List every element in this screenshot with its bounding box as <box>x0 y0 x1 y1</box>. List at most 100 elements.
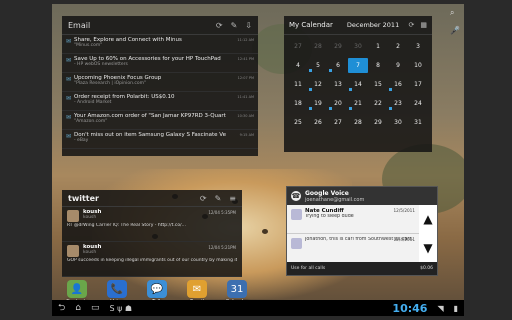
email-sender: - eBay <box>74 138 89 143</box>
calendar-day[interactable]: 30 <box>348 39 368 54</box>
calendar-day[interactable]: 19 <box>308 96 328 111</box>
calendar-day[interactable]: 26 <box>308 115 328 130</box>
calendar-icon: 31 <box>227 280 247 298</box>
avatar <box>291 238 302 249</box>
calendar-day[interactable]: 13 <box>328 77 348 92</box>
voice-message[interactable]: Nate Cundiff Trying to sleep dude 12/5/201… <box>287 205 419 234</box>
calendar-day[interactable]: 3 <box>408 39 428 54</box>
calendar-day[interactable]: 1 <box>368 39 388 54</box>
calendar-day[interactable]: 4 <box>288 58 308 73</box>
tweet-text: RT @drWing Carrier IQ: The Real Story - … <box>67 223 186 228</box>
tweet-item[interactable]: koush koush GOP succeeds in keeping illega… <box>62 242 242 277</box>
email-widget[interactable]: Email ⟳ ✎ ⇩ ✉ Share, Explore and Connect … <box>62 16 258 156</box>
email-list: ✉ Share, Explore and Connect with Minus "M… <box>62 35 258 149</box>
email-list-item[interactable]: ✉ Upcoming Phoenix Focus Group "Plaza Rese… <box>62 73 258 92</box>
wifi-icon: ◥ <box>437 303 444 313</box>
email-time: 11:12 AM <box>237 38 254 42</box>
twitter-header: twitter ⟳ ✎ ≡ <box>62 190 242 207</box>
mail-icon: ✉ <box>66 133 72 140</box>
calendar-day[interactable]: 15 <box>368 77 388 92</box>
calendar-day[interactable]: 14 <box>348 77 368 92</box>
email-list-item[interactable]: ✉ Share, Explore and Connect with Minus "M… <box>62 35 258 54</box>
calendar-day[interactable]: 25 <box>288 115 308 130</box>
calendar-header: My Calendar December 2011 ⟳ ▦ <box>284 16 432 35</box>
inbox-icon[interactable]: ⇩ <box>245 21 252 30</box>
email-list-item[interactable]: ✉ Don't miss out on item Samsung Galaxy S… <box>62 130 258 149</box>
scroll-down-icon[interactable]: ▼ <box>423 241 432 255</box>
clock[interactable]: 10:46 <box>392 302 427 315</box>
calendar-grid-icon[interactable]: ▦ <box>420 21 427 29</box>
calendar-day[interactable]: 23 <box>388 96 408 111</box>
back-icon[interactable]: ⮌ <box>58 300 65 316</box>
calendar-day[interactable]: 18 <box>288 96 308 111</box>
calendar-day[interactable]: 28 <box>308 39 328 54</box>
tweet-text: GOP succeeds in keeping illegal immigran… <box>67 258 237 263</box>
calendar-day[interactable]: 6 <box>328 58 348 73</box>
calendar-day[interactable]: 8 <box>368 58 388 73</box>
menu-icon[interactable]: ≡ <box>229 194 236 203</box>
calendar-day[interactable]: 12 <box>308 77 328 92</box>
tweet-handle: koush <box>83 250 97 255</box>
scroll-up-icon[interactable]: ▲ <box>423 212 432 226</box>
calendar-grid: 27 28 29 30 1 2 3 4 5 6 7 8 9 10 11 12 13 14 15 16 17 18 19 20 2… <box>284 35 432 134</box>
avatar <box>67 245 79 257</box>
home-icon[interactable]: ⌂ <box>75 303 81 313</box>
compose-icon[interactable]: ✎ <box>231 21 238 30</box>
calendar-day[interactable]: 29 <box>328 39 348 54</box>
email-sender: "Plaza Research | iOpinion.com" <box>74 81 147 86</box>
voice-message-text: Trying to sleep dude <box>305 214 354 219</box>
voice-icon: 📞 <box>107 280 127 298</box>
calendar-day[interactable]: 22 <box>368 96 388 111</box>
calendar-widget[interactable]: My Calendar December 2011 ⟳ ▦ 27 28 29 30 1 2… <box>284 16 432 152</box>
calendar-day[interactable]: 11 <box>288 77 308 92</box>
tweet-handle: koush <box>83 215 97 220</box>
voice-message-date: 12/5/2011 <box>393 208 415 213</box>
calendar-day[interactable]: 28 <box>348 115 368 130</box>
google-voice-widget[interactable]: ☎ Google Voice joenathane@gmail.com Nate… <box>286 186 438 276</box>
avatar <box>291 209 302 220</box>
email-subject: Don't miss out on item Samsung Galaxy S … <box>74 132 226 138</box>
twitter-title: twitter <box>68 193 99 203</box>
calendar-day[interactable]: 20 <box>328 96 348 111</box>
calendar-day[interactable]: 24 <box>408 96 428 111</box>
calendar-day[interactable]: 2 <box>388 39 408 54</box>
email-sender: - Android Market <box>74 100 112 105</box>
email-sender: - HP webOS newsletters <box>74 62 128 67</box>
email-time: 11:41 AM <box>237 95 254 99</box>
tweet-list: koush koush RT @drWing Carrier IQ: The Rea… <box>62 207 242 277</box>
calendar-day-today[interactable]: 7 <box>348 58 368 73</box>
mail-icon: ✉ <box>66 57 72 64</box>
calendar-day[interactable]: 30 <box>388 115 408 130</box>
tweet-item[interactable]: koush koush RT @drWing Carrier IQ: The Rea… <box>62 207 242 242</box>
refresh-icon[interactable]: ⟳ <box>216 21 223 30</box>
calendar-day[interactable]: 27 <box>328 115 348 130</box>
compose-icon[interactable]: ✎ <box>215 194 222 203</box>
twitter-widget[interactable]: twitter ⟳ ✎ ≡ koush koush RT @drWing Carri… <box>62 190 242 277</box>
calendar-day[interactable]: 27 <box>288 39 308 54</box>
calendar-day[interactable]: 17 <box>408 77 428 92</box>
calendar-day[interactable]: 10 <box>408 58 428 73</box>
system-bar: ⮌ ⌂ ▭ S ψ ☗ 10:46 ◥ ▮ <box>52 300 464 316</box>
calendar-day[interactable]: 29 <box>368 115 388 130</box>
search-icon[interactable]: ⌕ <box>450 8 460 18</box>
calendar-day[interactable]: 5 <box>308 58 328 73</box>
voice-header: ☎ Google Voice joenathane@gmail.com <box>287 187 437 205</box>
email-list-item[interactable]: ✉ Order receipt from Polarbit: US$0.10- A… <box>62 92 258 111</box>
phone-icon: ☎ <box>291 191 301 201</box>
voice-use-for-all-calls[interactable]: Use for all calls <box>291 266 325 271</box>
recent-apps-icon[interactable]: ▭ <box>91 303 100 313</box>
refresh-icon[interactable]: ⟳ <box>409 21 415 29</box>
voice-scroll-controls: ▲ ▼ <box>419 205 437 262</box>
calendar-day[interactable]: 9 <box>388 58 408 73</box>
email-list-item[interactable]: ✉ Your Amazon.com order of "San Jamar KP9… <box>62 111 258 130</box>
avatar <box>67 210 79 222</box>
voice-account: joenathane@gmail.com <box>305 196 365 203</box>
voice-search-icon[interactable]: 🎤 <box>450 26 460 35</box>
email-list-item[interactable]: ✉ Save Up to 60% on Accessories for your … <box>62 54 258 73</box>
refresh-icon[interactable]: ⟳ <box>200 194 207 203</box>
calendar-day[interactable]: 21 <box>348 96 368 111</box>
calendar-day[interactable]: 31 <box>408 115 428 130</box>
calendar-day[interactable]: 16 <box>388 77 408 92</box>
talk-icon: 💬 <box>147 280 167 298</box>
voice-message[interactable]: Jonathon, this is carl from Southwest al… <box>287 234 419 263</box>
